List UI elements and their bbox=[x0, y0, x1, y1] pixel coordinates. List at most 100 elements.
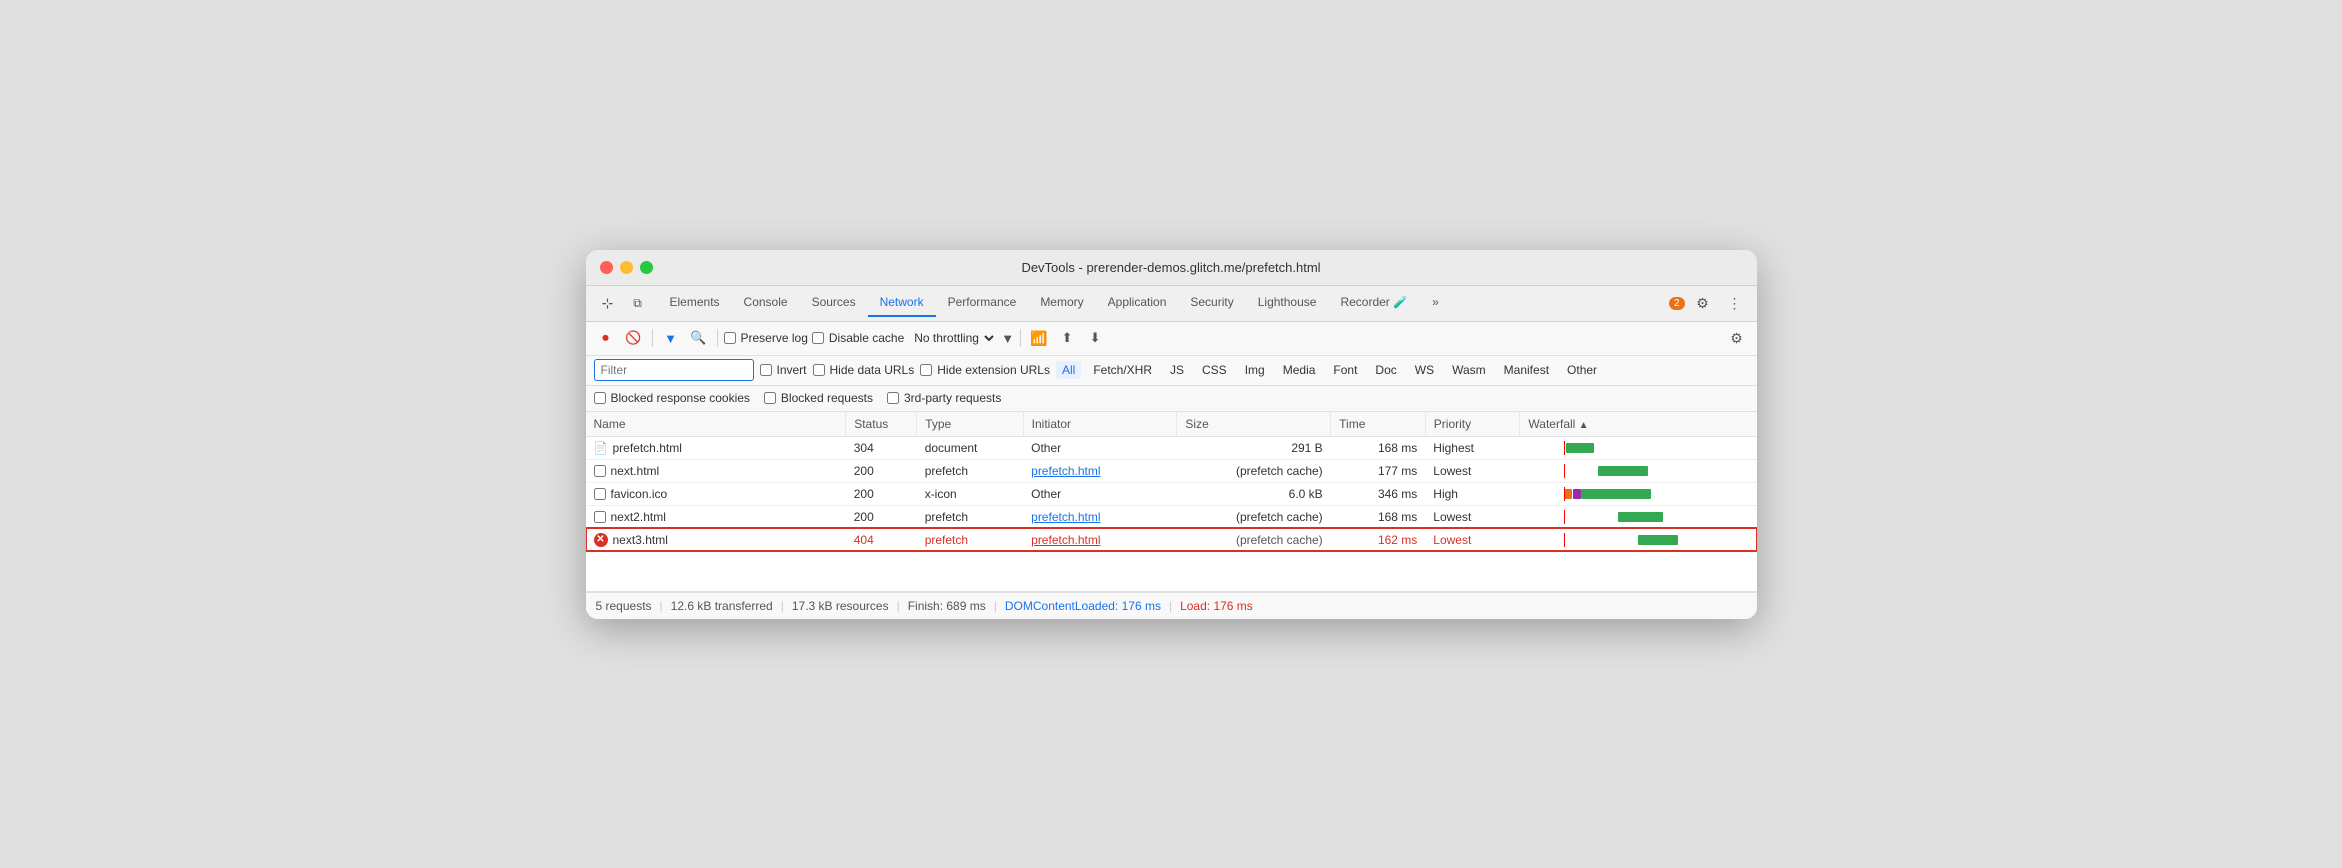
row-checkbox[interactable] bbox=[594, 511, 606, 523]
filter-tag-ws[interactable]: WS bbox=[1409, 361, 1440, 379]
filter-tag-js[interactable]: JS bbox=[1164, 361, 1190, 379]
error-icon: ✕ bbox=[594, 533, 608, 547]
network-table: Name Status Type Initiator Size Time Pri… bbox=[586, 412, 1757, 552]
requests-count: 5 requests bbox=[596, 599, 652, 613]
tab-application[interactable]: Application bbox=[1096, 289, 1179, 317]
hide-ext-urls-checkbox[interactable] bbox=[920, 364, 932, 376]
tab-security[interactable]: Security bbox=[1178, 289, 1245, 317]
time-cell: 168 ms bbox=[1331, 505, 1426, 528]
disable-cache-label[interactable]: Disable cache bbox=[812, 331, 904, 345]
col-initiator[interactable]: Initiator bbox=[1023, 412, 1177, 437]
col-size[interactable]: Size bbox=[1177, 412, 1331, 437]
tabs: Elements Console Sources Network Perform… bbox=[658, 289, 1451, 317]
wifi-icon-btn[interactable]: 📶 bbox=[1027, 326, 1051, 350]
status-cell: 200 bbox=[846, 459, 917, 482]
row-checkbox[interactable] bbox=[594, 488, 606, 500]
table-row[interactable]: favicon.ico 200 x-icon Other 6.0 kB 346 … bbox=[586, 482, 1757, 505]
name-cell: 📄 prefetch.html bbox=[586, 436, 846, 459]
initiator-link[interactable]: prefetch.html bbox=[1031, 464, 1100, 478]
toolbar-divider-2 bbox=[717, 329, 718, 347]
tab-memory[interactable]: Memory bbox=[1028, 289, 1095, 317]
doc-icon: 📄 bbox=[594, 441, 608, 455]
filter-tag-css[interactable]: CSS bbox=[1196, 361, 1233, 379]
filter-input[interactable] bbox=[594, 359, 754, 381]
col-priority[interactable]: Priority bbox=[1425, 412, 1520, 437]
invert-label[interactable]: Invert bbox=[760, 363, 807, 377]
initiator-link[interactable]: prefetch.html bbox=[1031, 510, 1100, 524]
transferred: 12.6 kB transferred bbox=[671, 599, 773, 613]
close-button[interactable] bbox=[600, 261, 613, 274]
table-header: Name Status Type Initiator Size Time Pri… bbox=[586, 412, 1757, 437]
download-icon-btn[interactable]: ⬇ bbox=[1083, 326, 1107, 350]
preserve-log-label[interactable]: Preserve log bbox=[724, 331, 808, 345]
network-settings-btn[interactable]: ⚙ bbox=[1725, 326, 1749, 350]
hide-data-urls-label[interactable]: Hide data URLs bbox=[813, 363, 915, 377]
waterfall-cell bbox=[1520, 482, 1757, 505]
table-row[interactable]: 📄 prefetch.html 304 document Other 291 B… bbox=[586, 436, 1757, 459]
col-time[interactable]: Time bbox=[1331, 412, 1426, 437]
col-waterfall[interactable]: Waterfall ▲ bbox=[1520, 412, 1757, 437]
blocked-requests-checkbox[interactable] bbox=[764, 392, 776, 404]
filter-tag-media[interactable]: Media bbox=[1277, 361, 1322, 379]
filter-tag-wasm[interactable]: Wasm bbox=[1446, 361, 1492, 379]
filter-tag-font[interactable]: Font bbox=[1327, 361, 1363, 379]
blocked-cookies-checkbox[interactable] bbox=[594, 392, 606, 404]
size-cell: (prefetch cache) bbox=[1177, 459, 1331, 482]
status-cell: 304 bbox=[846, 436, 917, 459]
filter-tag-fetch[interactable]: Fetch/XHR bbox=[1087, 361, 1158, 379]
status-cell: 404 bbox=[846, 528, 917, 551]
time-cell: 346 ms bbox=[1331, 482, 1426, 505]
filter-tag-doc[interactable]: Doc bbox=[1369, 361, 1402, 379]
tab-elements[interactable]: Elements bbox=[658, 289, 732, 317]
more-icon-btn[interactable]: ⋮ bbox=[1721, 289, 1749, 317]
table-row[interactable]: next2.html 200 prefetch prefetch.html (p… bbox=[586, 505, 1757, 528]
options-bar: Blocked response cookies Blocked request… bbox=[586, 386, 1757, 412]
devtools-body: ⊹ ⧉ Elements Console Sources Network Per… bbox=[586, 286, 1757, 619]
throttle-arrow[interactable]: ▼ bbox=[1001, 331, 1014, 346]
hide-ext-urls-label[interactable]: Hide extension URLs bbox=[920, 363, 1050, 377]
device-icon-btn[interactable]: ⧉ bbox=[624, 289, 652, 317]
initiator-cell: prefetch.html bbox=[1023, 505, 1177, 528]
tab-network[interactable]: Network bbox=[868, 289, 936, 317]
dom-content-loaded: DOMContentLoaded: 176 ms bbox=[1005, 599, 1161, 613]
initiator-link[interactable]: prefetch.html bbox=[1031, 533, 1100, 547]
invert-checkbox[interactable] bbox=[760, 364, 772, 376]
record-stop-btn[interactable]: ⏺ bbox=[594, 326, 618, 350]
row-checkbox[interactable] bbox=[594, 465, 606, 477]
hide-data-urls-checkbox[interactable] bbox=[813, 364, 825, 376]
filter-icon-btn[interactable]: ▼ bbox=[659, 326, 683, 350]
tab-more[interactable]: » bbox=[1420, 289, 1451, 317]
col-status[interactable]: Status bbox=[846, 412, 917, 437]
filter-tag-all[interactable]: All bbox=[1056, 361, 1081, 379]
table-row[interactable]: ✕ next3.html 404 prefetch prefetch.html … bbox=[586, 528, 1757, 551]
filter-tag-img[interactable]: Img bbox=[1239, 361, 1271, 379]
maximize-button[interactable] bbox=[640, 261, 653, 274]
tab-sources[interactable]: Sources bbox=[800, 289, 868, 317]
third-party-label[interactable]: 3rd-party requests bbox=[887, 391, 1001, 405]
cursor-icon-btn[interactable]: ⊹ bbox=[594, 289, 622, 317]
preserve-log-checkbox[interactable] bbox=[724, 332, 736, 344]
blocked-cookies-label[interactable]: Blocked response cookies bbox=[594, 391, 750, 405]
waterfall-cell bbox=[1520, 528, 1757, 551]
waterfall-cell bbox=[1520, 436, 1757, 459]
settings-icon-btn[interactable]: ⚙ bbox=[1689, 289, 1717, 317]
blocked-requests-label[interactable]: Blocked requests bbox=[764, 391, 873, 405]
third-party-checkbox[interactable] bbox=[887, 392, 899, 404]
clear-btn[interactable]: 🚫 bbox=[622, 326, 646, 350]
tab-console[interactable]: Console bbox=[732, 289, 800, 317]
search-icon-btn[interactable]: 🔍 bbox=[687, 326, 711, 350]
filter-tag-manifest[interactable]: Manifest bbox=[1498, 361, 1555, 379]
filter-tag-other[interactable]: Other bbox=[1561, 361, 1603, 379]
initiator-cell: prefetch.html bbox=[1023, 459, 1177, 482]
tab-recorder[interactable]: Recorder 🧪 bbox=[1328, 289, 1420, 317]
col-name[interactable]: Name bbox=[586, 412, 846, 437]
minimize-button[interactable] bbox=[620, 261, 633, 274]
table-row[interactable]: next.html 200 prefetch prefetch.html (pr… bbox=[586, 459, 1757, 482]
throttle-select[interactable]: No throttling bbox=[908, 330, 997, 346]
upload-icon-btn[interactable]: ⬆ bbox=[1055, 326, 1079, 350]
col-type[interactable]: Type bbox=[917, 412, 1023, 437]
tab-lighthouse[interactable]: Lighthouse bbox=[1246, 289, 1329, 317]
disable-cache-checkbox[interactable] bbox=[812, 332, 824, 344]
waterfall-cell bbox=[1520, 505, 1757, 528]
tab-performance[interactable]: Performance bbox=[936, 289, 1029, 317]
